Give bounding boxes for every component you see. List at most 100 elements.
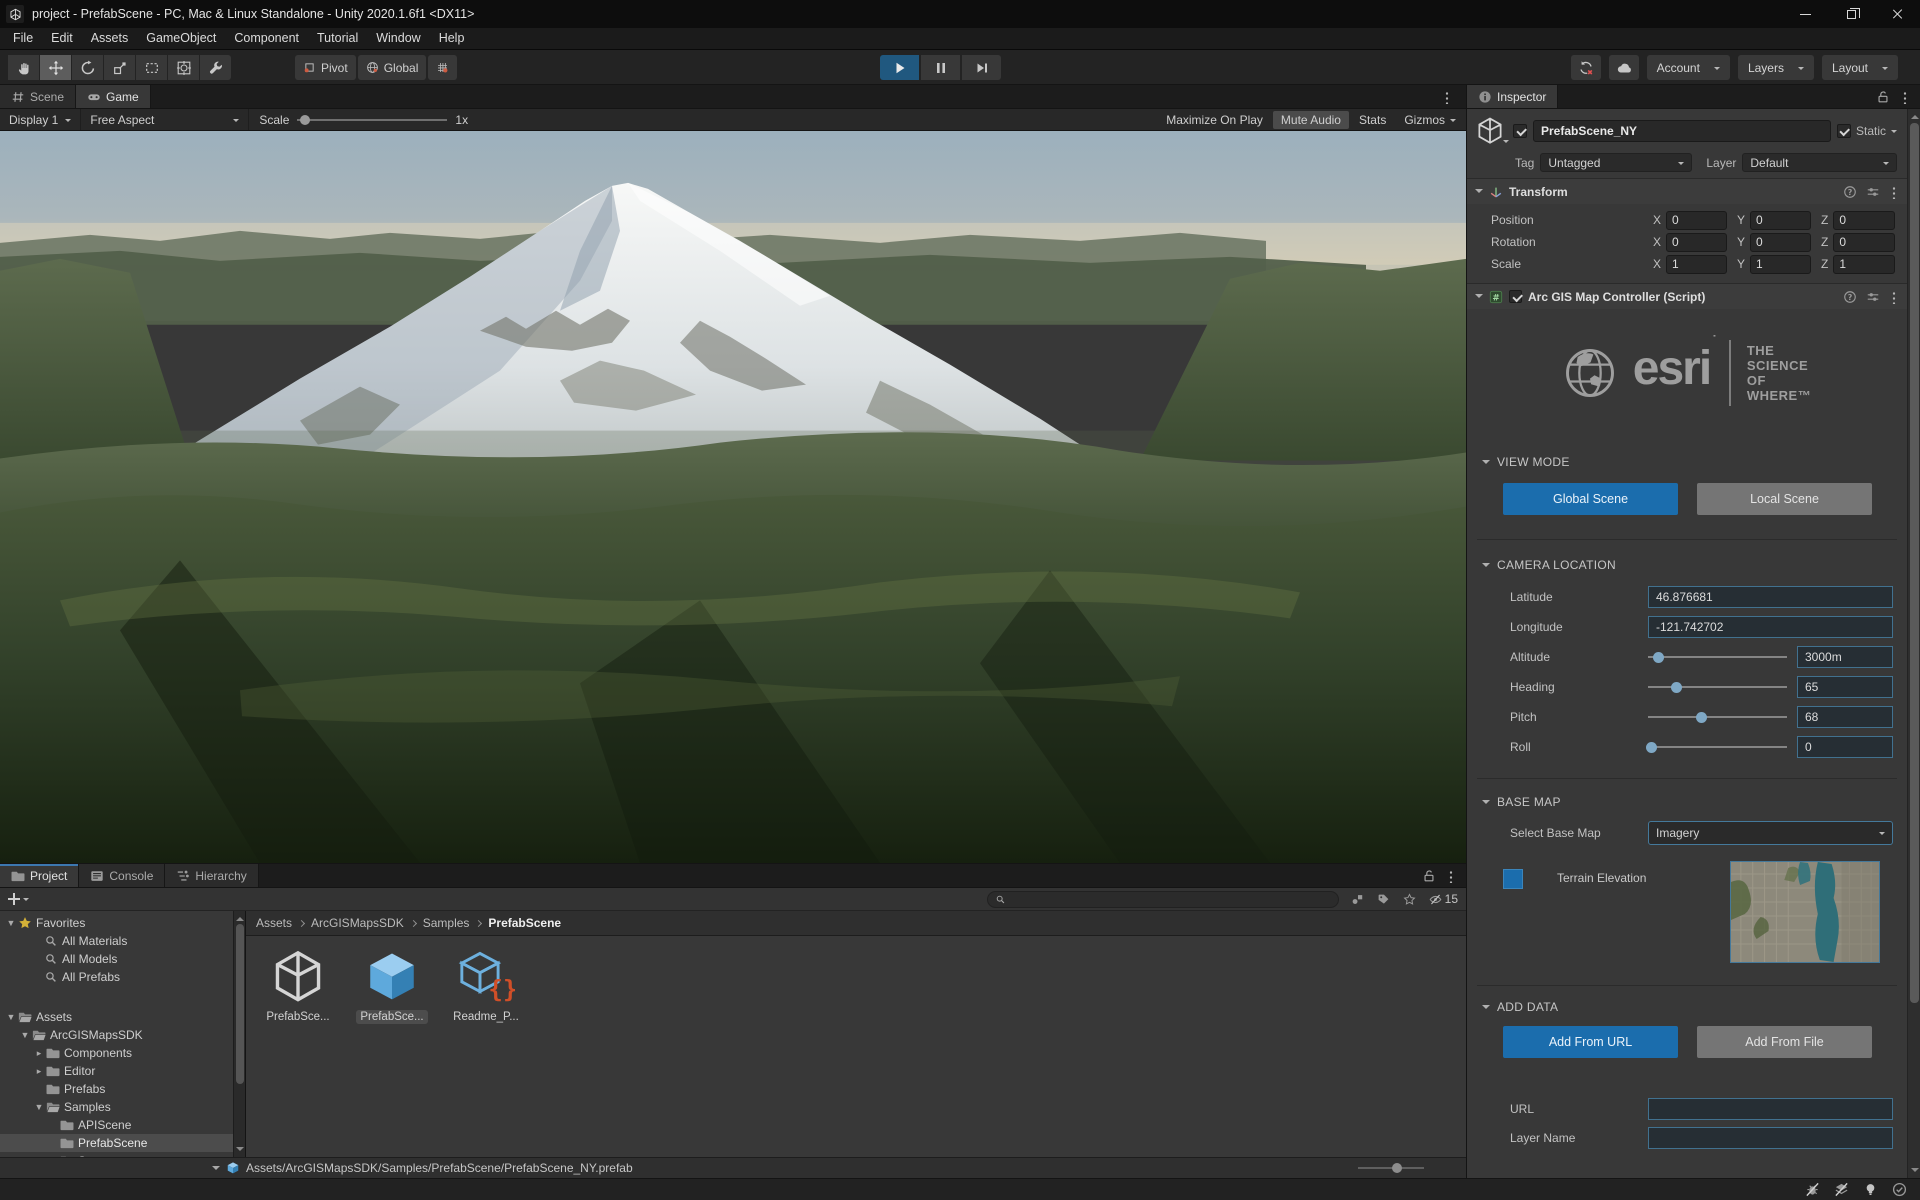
scroll-down-icon[interactable]	[236, 1147, 244, 1155]
z-field[interactable]: 0	[1833, 233, 1895, 252]
y-field[interactable]: 0	[1750, 211, 1811, 230]
component-enabled-checkbox[interactable]	[1509, 290, 1522, 303]
slider-value-field[interactable]: 65	[1797, 676, 1893, 698]
slider-thumb[interactable]	[1646, 742, 1657, 753]
asset-item-readme-p[interactable]: Readme_P...	[446, 948, 526, 1024]
game-panel-menu-icon[interactable]	[1442, 90, 1452, 104]
tab-scene[interactable]: Scene	[0, 85, 76, 108]
tree-item-all-models[interactable]: All Models	[0, 950, 233, 968]
tree-item-arcgismapssdk[interactable]: ▼ ArcGISMapsSDK	[0, 1026, 233, 1044]
preset-icon[interactable]	[1866, 185, 1880, 199]
menu-item-file[interactable]: File	[4, 28, 42, 49]
tree-item-all-materials[interactable]: All Materials	[0, 932, 233, 950]
tree-item-assets[interactable]: ▼ Assets	[0, 1008, 233, 1026]
foldout-arrow[interactable]: ▼	[4, 918, 18, 928]
aspect-dropdown[interactable]: Free Aspect	[81, 109, 249, 130]
scroll-up-icon[interactable]	[1911, 111, 1919, 119]
x-field[interactable]: 1	[1666, 255, 1727, 274]
tree-item-components[interactable]: ▸ Components	[0, 1044, 233, 1062]
y-field[interactable]: 1	[1750, 255, 1811, 274]
lock-icon[interactable]	[1876, 90, 1890, 104]
global-scene-button[interactable]: Global Scene	[1503, 483, 1678, 515]
tool-rect[interactable]	[136, 55, 167, 80]
project-search[interactable]	[987, 891, 1339, 908]
tree-item-samples[interactable]: ▼ Samples	[0, 1098, 233, 1116]
tab-hierarchy[interactable]: Hierarchy	[165, 864, 258, 887]
grid-snapping-button[interactable]	[428, 55, 457, 80]
foldout-arrow[interactable]: ▸	[32, 1066, 46, 1077]
menu-item-assets[interactable]: Assets	[82, 28, 138, 49]
asset-zoom-slider[interactable]	[1358, 1167, 1424, 1169]
game-option-mute-audio[interactable]: Mute Audio	[1273, 111, 1349, 129]
game-option-gizmos[interactable]: Gizmos	[1396, 111, 1464, 129]
close-button[interactable]	[1874, 0, 1920, 28]
menu-item-component[interactable]: Component	[225, 28, 308, 49]
pivot-toggle[interactable]: Pivot	[295, 55, 356, 80]
base-map-preview[interactable]	[1730, 861, 1880, 963]
tag-dropdown[interactable]: Untagged	[1540, 153, 1692, 172]
arcgis-component-header[interactable]: Arc GIS Map Controller (Script)	[1467, 283, 1907, 309]
slider-value-field[interactable]: 0	[1797, 736, 1893, 758]
project-menu-icon[interactable]	[1446, 869, 1456, 883]
slider-track[interactable]	[1648, 686, 1787, 688]
url-input[interactable]	[1648, 1098, 1893, 1120]
add-from-file-button[interactable]: Add From File	[1697, 1026, 1872, 1058]
pause-button[interactable]	[921, 55, 960, 80]
tab-project[interactable]: Project	[0, 864, 79, 887]
foldout-arrow[interactable]: ▸	[32, 1048, 46, 1059]
global-toggle[interactable]: Global	[358, 55, 427, 80]
help-icon[interactable]	[1843, 290, 1857, 304]
preset-icon[interactable]	[1866, 290, 1880, 304]
tool-scale[interactable]	[104, 55, 135, 80]
x-field[interactable]: 0	[1666, 233, 1727, 252]
slider-thumb[interactable]	[1696, 712, 1707, 723]
slider-track[interactable]	[1648, 746, 1787, 748]
layers-dropdown[interactable]: Layers	[1738, 55, 1814, 80]
scroll-up-icon[interactable]	[236, 913, 244, 921]
favorites-filter-icon[interactable]	[1403, 893, 1416, 906]
terrain-elevation-checkbox[interactable]	[1503, 869, 1523, 889]
tree-scrollbar[interactable]	[233, 911, 245, 1157]
camera-location-header[interactable]: CAMERA LOCATION	[1467, 556, 1907, 574]
slider-value-field[interactable]: 68	[1797, 706, 1893, 728]
component-menu-icon[interactable]	[1889, 185, 1899, 199]
breadcrumb-item[interactable]: Assets	[256, 916, 292, 930]
transform-component-header[interactable]: Transform	[1467, 178, 1907, 204]
tab-inspector[interactable]: Inspector	[1467, 85, 1558, 108]
tree-item-apiscene[interactable]: APIScene	[0, 1116, 233, 1134]
tree-item-prefabs[interactable]: Prefabs	[0, 1080, 233, 1098]
hidden-packages-toggle[interactable]: 15	[1429, 892, 1458, 906]
asset-zoom-thumb[interactable]	[1392, 1163, 1402, 1173]
add-data-header[interactable]: ADD DATA	[1467, 998, 1907, 1016]
game-option-stats[interactable]: Stats	[1351, 111, 1394, 129]
static-checkbox[interactable]	[1837, 124, 1851, 138]
foldout-icon[interactable]	[1475, 294, 1483, 302]
breadcrumb-item[interactable]: ArcGISMapsSDK	[311, 916, 404, 930]
help-icon[interactable]	[1843, 185, 1857, 199]
cloud-button[interactable]	[1609, 55, 1639, 80]
layout-dropdown[interactable]: Layout	[1822, 55, 1898, 80]
value-field[interactable]: -121.742702	[1648, 616, 1893, 638]
add-from-url-button[interactable]: Add From URL	[1503, 1026, 1678, 1058]
debugger-disabled-icon[interactable]	[1804, 1181, 1821, 1198]
asset-item-prefabsce[interactable]: PrefabSce...	[352, 948, 432, 1024]
menu-item-tutorial[interactable]: Tutorial	[308, 28, 367, 49]
filter-by-label-icon[interactable]	[1377, 893, 1390, 906]
base-map-dropdown[interactable]: Imagery	[1648, 821, 1893, 845]
tree-item-all-prefabs[interactable]: All Prefabs	[0, 968, 233, 986]
tree-item-prefabscene[interactable]: PrefabScene	[0, 1134, 233, 1152]
collab-button[interactable]	[1571, 55, 1601, 80]
slider-value-field[interactable]: 3000m	[1797, 646, 1893, 668]
foldout-arrow[interactable]: ▼	[18, 1030, 32, 1040]
scrollbar-thumb[interactable]	[1910, 123, 1919, 1003]
asset-item-prefabsce[interactable]: PrefabSce...	[258, 948, 338, 1024]
foldout-arrow[interactable]: ▼	[32, 1102, 46, 1112]
gameobject-active-checkbox[interactable]	[1513, 124, 1527, 138]
tool-move[interactable]	[40, 55, 71, 80]
inspector-scrollbar[interactable]	[1907, 109, 1920, 1178]
foldout-arrow[interactable]: ▼	[4, 1012, 18, 1022]
scrollbar-thumb[interactable]	[236, 924, 244, 1084]
layer-dropdown[interactable]: Default	[1742, 153, 1897, 172]
tool-hand[interactable]	[8, 55, 39, 80]
step-button[interactable]	[962, 55, 1001, 80]
